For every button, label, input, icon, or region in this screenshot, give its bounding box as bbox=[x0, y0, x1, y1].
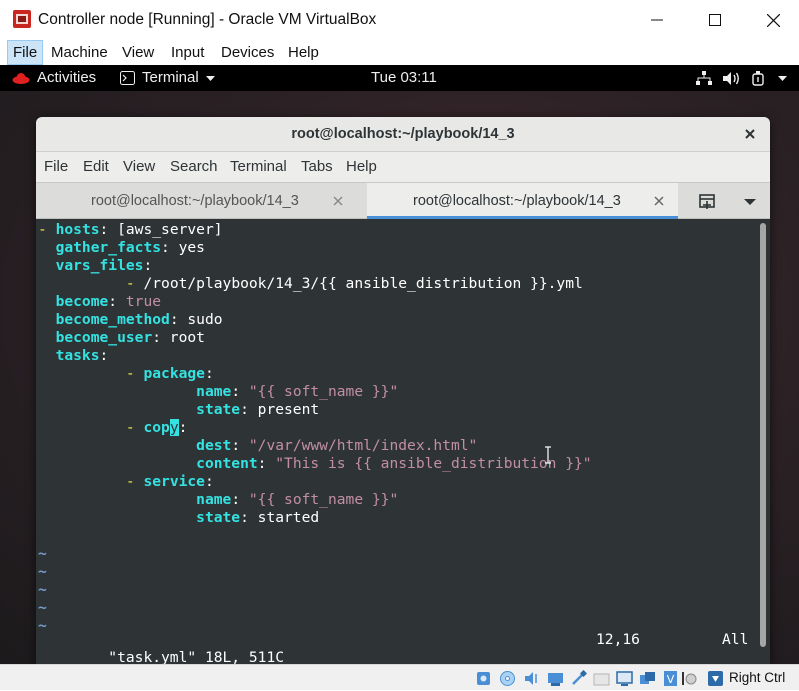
terminal-menu-view[interactable]: View bbox=[123, 152, 155, 182]
vbox-titlebar: Controller node [Running] - Oracle VM Vi… bbox=[0, 0, 799, 40]
video-capture-icon[interactable] bbox=[639, 670, 656, 687]
audio-icon[interactable] bbox=[523, 670, 540, 687]
text-cursor-ibeam-icon bbox=[545, 446, 551, 464]
tab-1-label: root@localhost:~/playbook/14_3 bbox=[91, 193, 299, 209]
power-icon[interactable] bbox=[752, 71, 767, 86]
mouse-integration-icon[interactable] bbox=[680, 670, 697, 687]
code-line-8: tasks: bbox=[55, 347, 109, 364]
code-line-6: become_method: sudo bbox=[55, 311, 223, 328]
vbox-statusbar: V Right Ctrl bbox=[0, 664, 799, 690]
terminal-header[interactable]: root@localhost:~/playbook/14_3 bbox=[36, 117, 770, 152]
code-line-17: state: started bbox=[196, 509, 320, 526]
code-line-3: vars_files: bbox=[55, 257, 153, 274]
code-line-11: state: present bbox=[196, 401, 320, 418]
code-line-1: - hosts: [aws_server] bbox=[38, 221, 223, 238]
terminal-title: root@localhost:~/playbook/14_3 bbox=[291, 126, 515, 142]
empty-line-marker: ~ bbox=[38, 581, 47, 598]
tab-2-close-icon[interactable] bbox=[653, 195, 665, 207]
code-line-5: become: true bbox=[55, 293, 162, 310]
minimize-button[interactable] bbox=[628, 0, 686, 40]
usb-icon[interactable] bbox=[570, 670, 587, 687]
file-info: "task.yml" 18L, 511C bbox=[108, 649, 285, 664]
menu-file[interactable]: File bbox=[7, 40, 44, 65]
clock[interactable]: Tue 03:11 bbox=[371, 65, 437, 91]
tab-1-close-icon[interactable] bbox=[332, 195, 344, 207]
virtualbox-app-icon bbox=[13, 10, 31, 28]
terminal-menu-terminal[interactable]: Terminal bbox=[230, 152, 287, 182]
svg-text:V: V bbox=[667, 673, 675, 686]
volume-icon[interactable] bbox=[723, 71, 740, 86]
close-icon bbox=[766, 13, 780, 27]
shared-folders-icon[interactable] bbox=[593, 670, 610, 687]
cpu-icon[interactable]: V bbox=[662, 670, 679, 687]
menu-help[interactable]: Help bbox=[283, 40, 324, 65]
terminal-menubar: File Edit View Search Terminal Tabs Help bbox=[36, 152, 770, 182]
tab-2-label: root@localhost:~/playbook/14_3 bbox=[413, 193, 621, 209]
code-line-12: - copy: bbox=[125, 419, 188, 436]
terminal-app-icon bbox=[120, 71, 135, 85]
host-key-label: Right Ctrl bbox=[729, 670, 786, 685]
scroll-position: All bbox=[722, 631, 749, 648]
code-line-4: - /root/playbook/14_3/{{ ansible_distrib… bbox=[125, 275, 583, 292]
code-line-15: - service: bbox=[125, 473, 214, 490]
redhat-logo-icon bbox=[12, 73, 30, 84]
menu-input[interactable]: Input bbox=[166, 40, 209, 65]
text-cursor: y bbox=[169, 419, 179, 436]
scrollbar[interactable] bbox=[760, 223, 766, 647]
terminal-menu-file[interactable]: File bbox=[44, 152, 68, 182]
display-icon[interactable] bbox=[616, 670, 633, 687]
system-menu-chevron-icon[interactable] bbox=[778, 76, 787, 82]
network-adapter-icon[interactable] bbox=[547, 670, 564, 687]
code-line-13: dest: "/var/www/html/index.html" bbox=[196, 437, 478, 454]
menu-machine[interactable]: Machine bbox=[46, 40, 113, 65]
terminal-window[interactable]: root@localhost:~/playbook/14_3 File Edit… bbox=[36, 117, 770, 664]
new-window-icon[interactable] bbox=[698, 193, 718, 211]
code-line-14: content: "This is {{ ansible_distributio… bbox=[196, 455, 592, 472]
chevron-down-icon bbox=[206, 76, 215, 81]
gnome-top-bar: Activities Terminal Tue 03:11 bbox=[0, 65, 799, 91]
empty-line-marker: ~ bbox=[38, 545, 47, 562]
empty-line-marker: ~ bbox=[38, 599, 47, 616]
menu-devices[interactable]: Devices bbox=[216, 40, 279, 65]
terminal-menu-tabs[interactable]: Tabs bbox=[301, 152, 333, 182]
hard-disk-icon[interactable] bbox=[475, 670, 492, 687]
code-line-7: become_user: root bbox=[55, 329, 205, 346]
code-line-2: gather_facts: yes bbox=[55, 239, 205, 256]
close-window-button[interactable] bbox=[744, 0, 799, 40]
host-key-icon[interactable] bbox=[707, 670, 724, 687]
optical-drive-icon[interactable] bbox=[499, 670, 516, 687]
menu-view[interactable]: View bbox=[117, 40, 159, 65]
terminal-menu-edit[interactable]: Edit bbox=[83, 152, 109, 182]
guest-display[interactable]: Activities Terminal Tue 03:11 root@local… bbox=[0, 65, 799, 664]
network-icon[interactable] bbox=[696, 71, 712, 86]
empty-line-marker: ~ bbox=[38, 563, 47, 580]
app-menu-terminal[interactable]: Terminal bbox=[142, 65, 199, 91]
maximize-button[interactable] bbox=[686, 0, 744, 40]
tab-bar: root@localhost:~/playbook/14_3 root@loca… bbox=[36, 182, 770, 219]
cursor-position: 12,16 bbox=[596, 631, 640, 648]
code-line-10: name: "{{ soft_name }}" bbox=[196, 383, 399, 400]
tab-2[interactable]: root@localhost:~/playbook/14_3 bbox=[367, 183, 678, 219]
vim-editor[interactable]: - hosts: [aws_server] gather_facts: yes … bbox=[36, 219, 770, 664]
activities-button[interactable]: Activities bbox=[37, 65, 96, 91]
terminal-close-icon[interactable] bbox=[742, 126, 758, 142]
window-title: Controller node [Running] - Oracle VM Vi… bbox=[38, 11, 377, 28]
vbox-menubar: File Machine View Input Devices Help bbox=[0, 40, 799, 65]
code-line-16: name: "{{ soft_name }}" bbox=[196, 491, 399, 508]
terminal-menu-help[interactable]: Help bbox=[346, 152, 377, 182]
minimize-icon bbox=[651, 19, 663, 21]
maximize-icon bbox=[709, 14, 721, 26]
vim-statusline: "task.yml" 18L, 511C 12,16 All bbox=[38, 631, 768, 664]
code-line-9: - package: bbox=[125, 365, 214, 382]
tab-1[interactable]: root@localhost:~/playbook/14_3 bbox=[36, 183, 366, 219]
tab-menu-chevron-icon[interactable] bbox=[744, 198, 756, 206]
terminal-menu-search[interactable]: Search bbox=[170, 152, 218, 182]
